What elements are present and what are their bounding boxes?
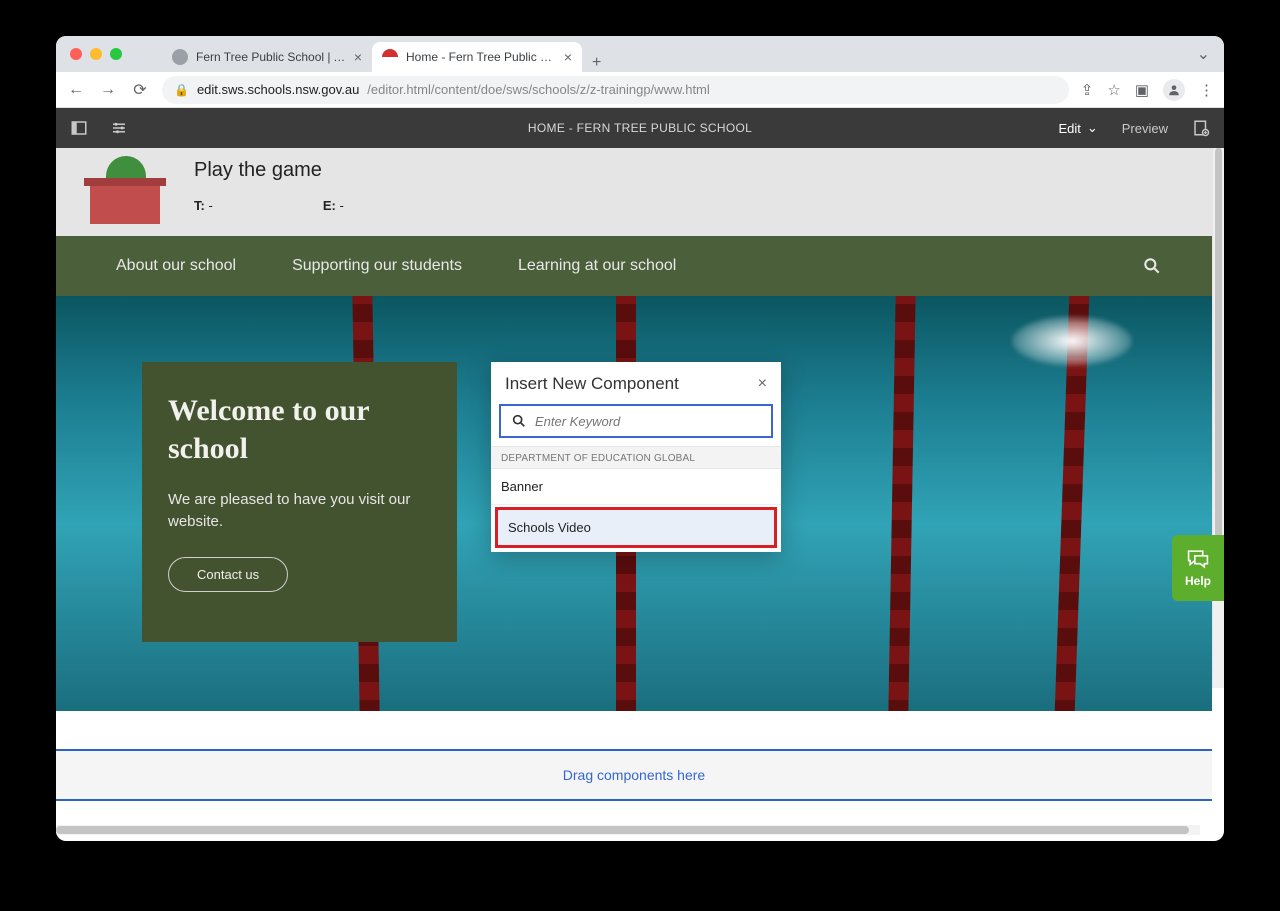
- lock-icon: 🔒: [174, 83, 189, 97]
- close-icon[interactable]: ×: [758, 375, 767, 393]
- horizontal-scrollbar[interactable]: [56, 825, 1200, 835]
- component-dropzone[interactable]: Drag components here: [56, 749, 1212, 801]
- preview-button[interactable]: Preview: [1122, 121, 1168, 136]
- welcome-card: Welcome to our school We are pleased to …: [142, 362, 457, 642]
- main-nav: About our school Supporting our students…: [56, 236, 1212, 296]
- mode-selector[interactable]: Edit ⌄: [1058, 120, 1097, 136]
- school-logo: [80, 154, 170, 224]
- bookmark-icon[interactable]: ☆: [1107, 81, 1120, 99]
- panel-icon[interactable]: ▣: [1135, 81, 1149, 99]
- new-tab-button[interactable]: +: [592, 54, 601, 72]
- tabs: Fern Tree Public School | AEM × Home - F…: [162, 36, 601, 72]
- toolbar-right: ⇪ ☆ ▣ ⋮: [1081, 79, 1214, 101]
- address-bar: ← → ⟳ 🔒 edit.sws.schools.nsw.gov.au/edit…: [56, 72, 1224, 108]
- search-icon[interactable]: [1142, 256, 1162, 281]
- hero-banner: Welcome to our school We are pleased to …: [56, 296, 1212, 711]
- search-icon: [511, 413, 527, 429]
- profile-avatar[interactable]: [1163, 79, 1185, 101]
- chevron-down-icon[interactable]: ⌄: [1197, 44, 1210, 64]
- browser-window: Fern Tree Public School | AEM × Home - F…: [56, 36, 1224, 841]
- component-group-label: DEPARTMENT OF EDUCATION GLOBAL: [491, 446, 781, 469]
- minimize-window-button[interactable]: [90, 48, 102, 60]
- globe-icon: [172, 49, 188, 65]
- editor-content: Play the game T: - E: - About our school…: [56, 148, 1212, 835]
- help-tab[interactable]: Help: [1172, 535, 1224, 601]
- back-button[interactable]: ←: [66, 81, 86, 99]
- vertical-scrollbar[interactable]: [1212, 148, 1224, 688]
- page-title: HOME - FERN TREE PUBLIC SCHOOL: [56, 121, 1224, 135]
- tab-label: Home - Fern Tree Public School: [406, 50, 556, 64]
- mode-label: Edit: [1058, 121, 1080, 136]
- nav-learning[interactable]: Learning at our school: [518, 256, 676, 275]
- tab-aem[interactable]: Fern Tree Public School | AEM ×: [162, 42, 372, 72]
- tab-strip: Fern Tree Public School | AEM × Home - F…: [56, 36, 1224, 72]
- component-search[interactable]: [499, 404, 773, 438]
- nav-about[interactable]: About our school: [116, 256, 236, 275]
- chat-icon: [1185, 548, 1211, 570]
- url-host: edit.sws.schools.nsw.gov.au: [197, 82, 359, 97]
- close-icon[interactable]: ×: [564, 49, 572, 65]
- component-schools-video[interactable]: Schools Video: [495, 507, 777, 548]
- phone-label: T: -: [194, 198, 213, 213]
- email-label: E: -: [323, 198, 344, 213]
- person-icon: [1167, 83, 1181, 97]
- sliders-icon[interactable]: [110, 119, 128, 137]
- reload-button[interactable]: ⟳: [130, 80, 150, 100]
- forward-button[interactable]: →: [98, 81, 118, 99]
- site-favicon-icon: [382, 49, 398, 65]
- aem-editor-bar: HOME - FERN TREE PUBLIC SCHOOL Edit ⌄ Pr…: [56, 108, 1224, 148]
- help-label: Help: [1185, 574, 1211, 588]
- search-input[interactable]: [535, 414, 761, 429]
- window-controls: [70, 48, 122, 60]
- school-tagline: Play the game: [194, 159, 344, 182]
- tab-home[interactable]: Home - Fern Tree Public School ×: [372, 42, 582, 72]
- nav-supporting[interactable]: Supporting our students: [292, 256, 462, 275]
- share-icon[interactable]: ⇪: [1081, 81, 1094, 99]
- page-info-icon[interactable]: [1192, 119, 1210, 137]
- omnibox[interactable]: 🔒 edit.sws.schools.nsw.gov.au/editor.htm…: [162, 76, 1069, 104]
- school-header: Play the game T: - E: -: [56, 148, 1212, 236]
- chevron-down-icon: ⌄: [1087, 120, 1098, 136]
- close-icon[interactable]: ×: [354, 49, 362, 65]
- contact-us-button[interactable]: Contact us: [168, 557, 288, 592]
- dialog-title: Insert New Component: [505, 374, 679, 394]
- welcome-body: We are pleased to have you visit our web…: [168, 489, 431, 533]
- kebab-menu-icon[interactable]: ⋮: [1199, 81, 1214, 99]
- tab-label: Fern Tree Public School | AEM: [196, 50, 346, 64]
- welcome-heading: Welcome to our school: [168, 392, 431, 467]
- side-panel-icon[interactable]: [70, 119, 88, 137]
- close-window-button[interactable]: [70, 48, 82, 60]
- insert-component-dialog: Insert New Component × DEPARTMENT OF EDU…: [491, 362, 781, 552]
- maximize-window-button[interactable]: [110, 48, 122, 60]
- component-banner[interactable]: Banner: [491, 469, 781, 505]
- url-path: /editor.html/content/doe/sws/schools/z/z…: [367, 82, 709, 97]
